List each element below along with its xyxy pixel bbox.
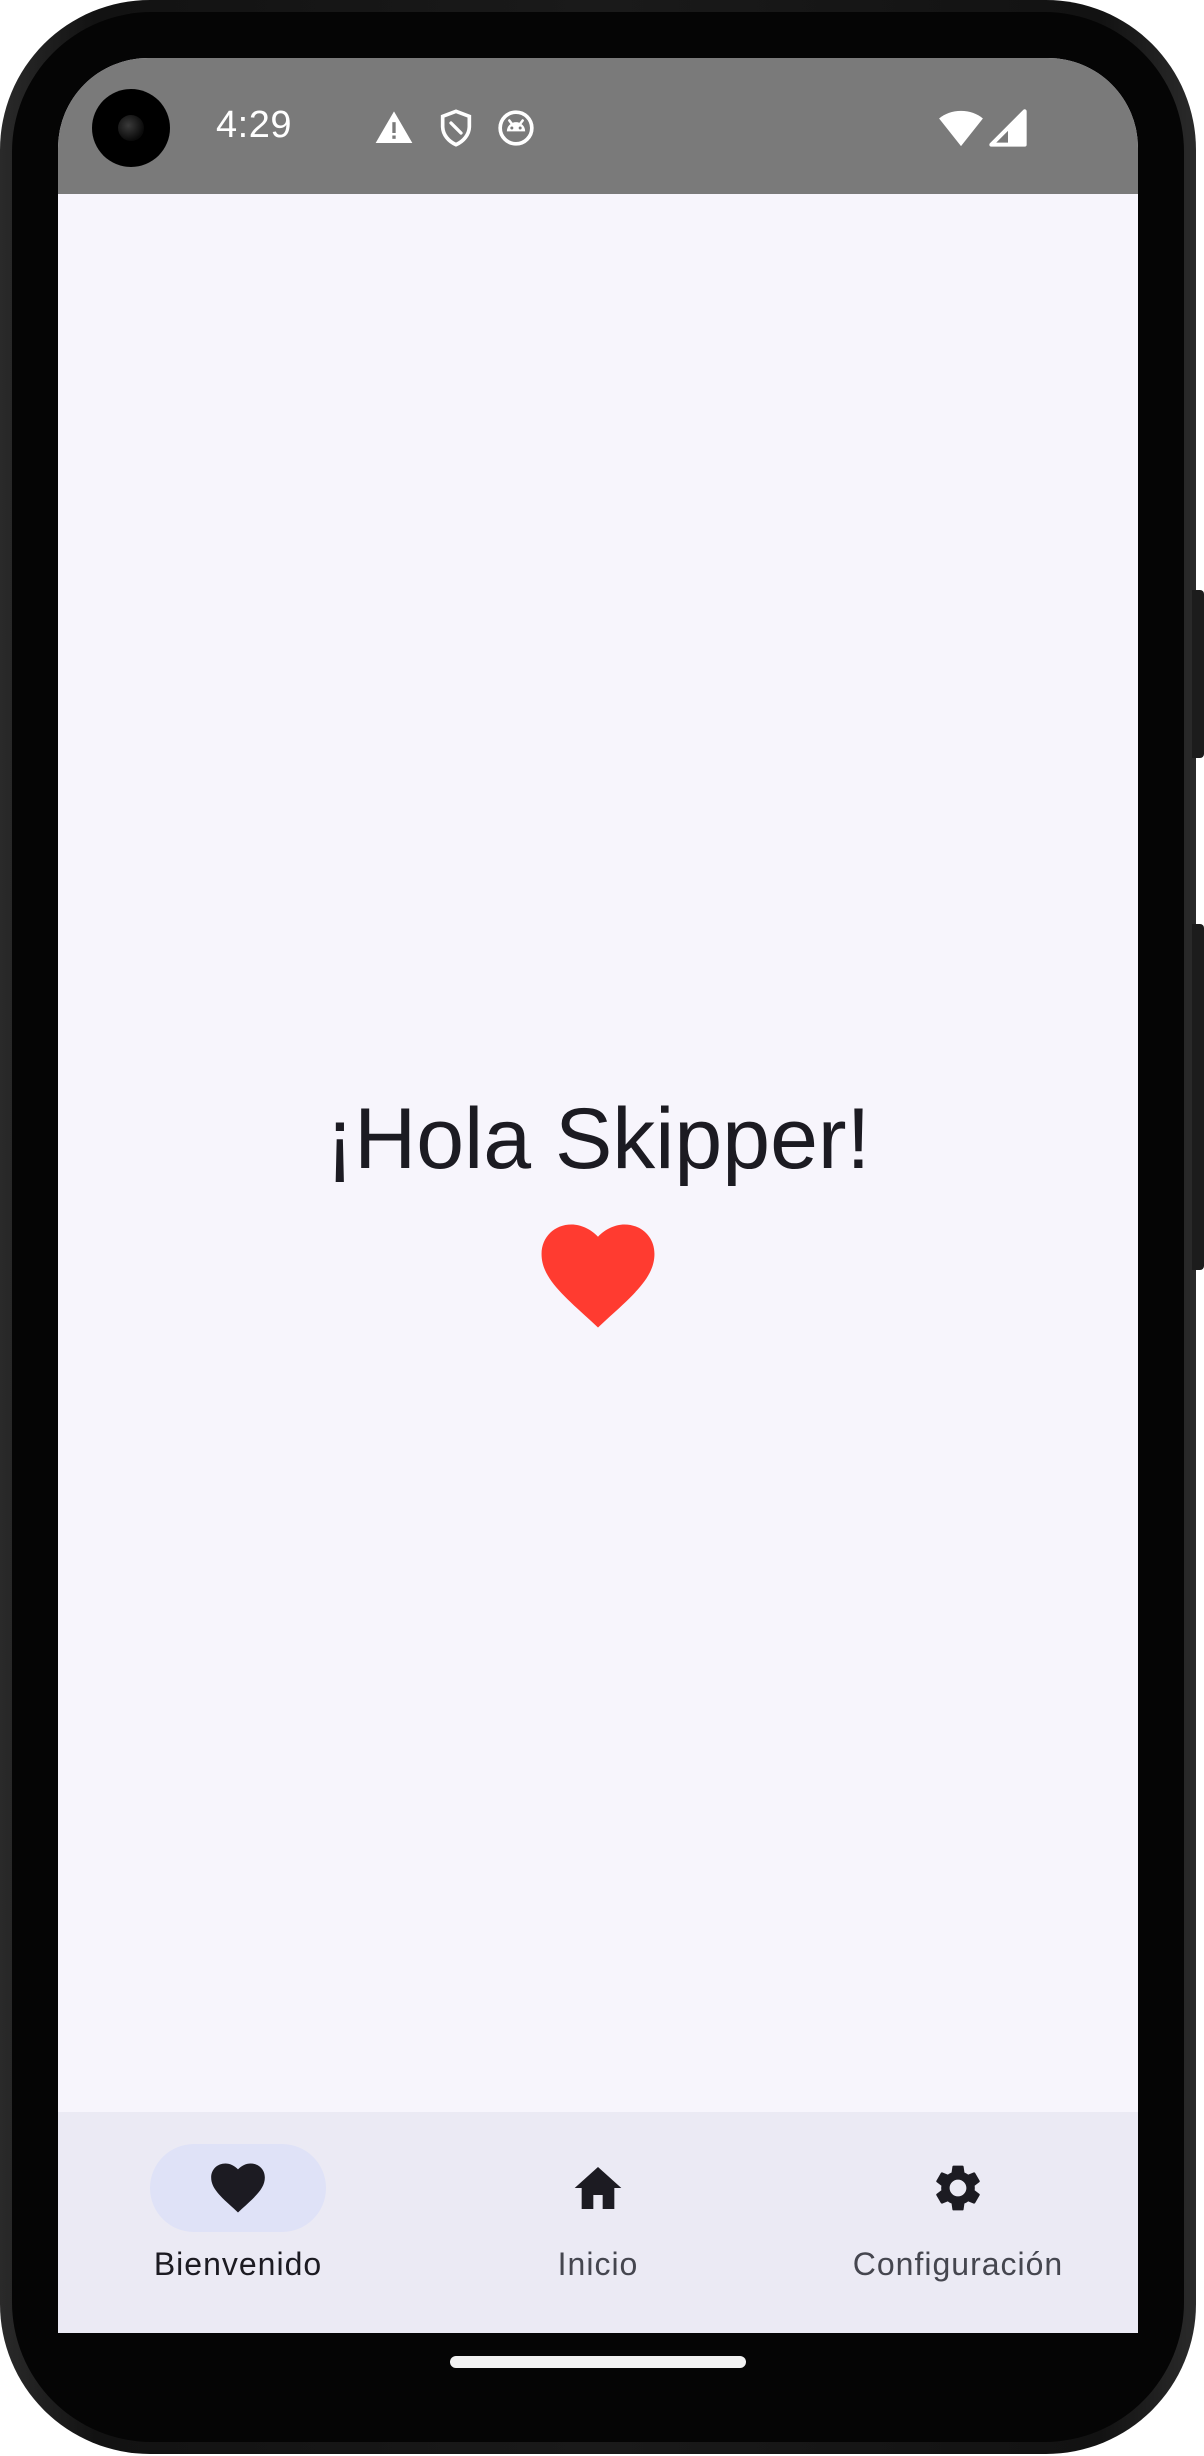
home-icon — [574, 2167, 622, 2209]
gear-icon — [936, 2165, 980, 2211]
volume-button — [1192, 924, 1204, 1270]
front-camera — [92, 89, 170, 167]
bottom-navigation: Bienvenido Inicio Configuración — [58, 2112, 1138, 2333]
main-content: ¡Hola Skipper! — [58, 194, 1138, 2112]
phone-frame: 4:29 ¡Hola Skipper! Bienvenido Inicio Co… — [0, 0, 1204, 2454]
heart-icon — [541, 1224, 655, 1328]
power-button — [1192, 590, 1204, 758]
nav-label: Configuración — [852, 2246, 1064, 2282]
nav-item-inicio[interactable]: Inicio — [418, 2112, 778, 2333]
warning-icon — [375, 111, 413, 143]
nav-item-bienvenido[interactable]: Bienvenido — [58, 2112, 418, 2333]
status-time: 4:29 — [216, 104, 292, 146]
home-gesture-bar[interactable] — [450, 2356, 746, 2368]
heart-icon — [211, 2163, 265, 2213]
nav-label: Inicio — [557, 2246, 639, 2282]
greeting-text: ¡Hola Skipper! — [325, 1091, 871, 1187]
cell-signal-icon — [989, 109, 1027, 147]
screen: 4:29 ¡Hola Skipper! Bienvenido Inicio Co… — [58, 58, 1138, 2333]
shield-icon — [440, 109, 472, 147]
nav-item-configuracion[interactable]: Configuración — [778, 2112, 1138, 2333]
status-bar: 4:29 — [58, 58, 1138, 194]
android-debug-icon — [498, 110, 534, 146]
wifi-icon — [939, 110, 983, 147]
nav-label: Bienvenido — [153, 2246, 323, 2282]
